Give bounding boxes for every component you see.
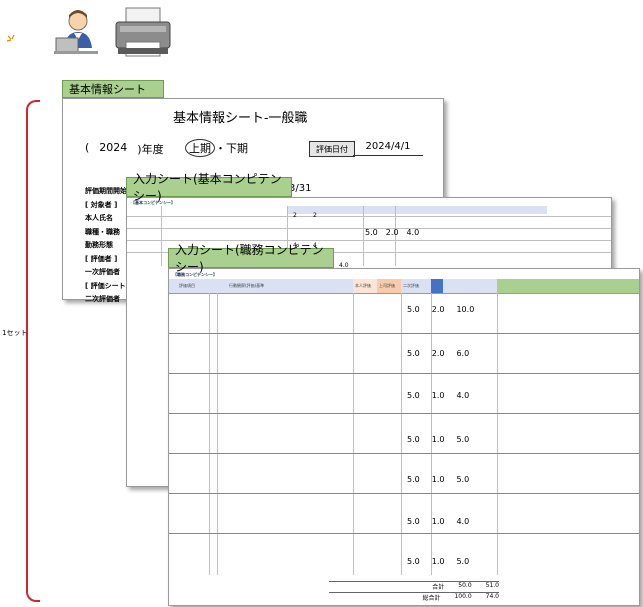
basic-totals: 5.0 2.0 4.0 — [365, 228, 419, 237]
tab-kihon[interactable]: 基本情報シート — [62, 80, 164, 98]
half-sep: ・ — [215, 142, 226, 155]
job-total-row-6: 5.0 1.0 5.0 — [407, 557, 469, 566]
job-col-0: 評価項目 — [179, 283, 195, 288]
job-total-5-c: 4.0 — [456, 517, 470, 526]
job-col-4: 二次評価 — [403, 283, 419, 288]
set-label: 1セット — [2, 329, 28, 337]
job-total-1-c: 6.0 — [456, 349, 470, 358]
year-value[interactable]: 2024 — [99, 141, 127, 157]
eval-date-label: 評価日付 — [309, 141, 355, 157]
job-sum-1: 51.0 — [485, 582, 499, 589]
job-total-4-a: 5.0 — [407, 475, 420, 484]
job-total-4-b: 1.0 — [431, 475, 445, 484]
set-bracket — [26, 100, 40, 602]
basic-total-0: 5.0 — [365, 228, 378, 237]
job-total-0-b: 2.0 — [431, 305, 445, 314]
year-row: ( 2024 )年度 — [85, 141, 164, 157]
job-total-1-a: 5.0 — [407, 349, 420, 358]
job-total-row-5: 5.0 1.0 4.0 — [407, 517, 469, 526]
job-total-6-b: 1.0 — [431, 557, 445, 566]
job-total-row-4: 5.0 1.0 5.0 — [407, 475, 469, 484]
job-total-4-c: 5.0 — [456, 475, 470, 484]
job-grand-1: 74.0 — [485, 593, 499, 600]
job-total-row-1: 5.0 2.0 6.0 — [407, 349, 469, 358]
job-input-sheet: 【職務コンピテンシー】 評価項目 行動観察(評価)基準 本人評価 上司評価 二次… — [168, 268, 640, 606]
job-col-3: 上司評価 — [379, 283, 395, 288]
year-open: ( — [85, 141, 90, 154]
job-total-row-0: 5.0 2.0 10.0 — [407, 305, 474, 314]
job-sum-label: 合計 — [432, 584, 445, 591]
job-sum-0: 50.0 — [458, 582, 472, 589]
job-sum-row: 合計 50.0 51.0 — [329, 581, 499, 592]
job-total-2-a: 5.0 — [407, 391, 420, 400]
job-grand-row: 総合計 100.0 74.0 — [329, 592, 499, 603]
job-grand-label: 総合計 — [422, 595, 441, 602]
job-total-5-b: 1.0 — [431, 517, 445, 526]
eval-date-value[interactable]: 2024/4/1 — [353, 141, 423, 156]
job-total-3-b: 1.0 — [431, 435, 445, 444]
basic-score-1: 2 — [313, 212, 317, 219]
kihon-title: 基本情報シート-一般職 — [173, 111, 308, 126]
job-total-3-c: 5.0 — [456, 435, 470, 444]
job-grand-0: 100.0 — [454, 593, 472, 600]
half-first[interactable]: 上期 — [185, 139, 215, 157]
person-at-computer-icon — [54, 10, 98, 54]
year-suffix: )年度 — [137, 143, 164, 156]
job-col-blue — [431, 279, 443, 293]
basic-total-1: 2.0 — [385, 228, 399, 237]
job-total-1-b: 2.0 — [431, 349, 445, 358]
period-end-partial: 3/31 — [289, 183, 312, 194]
tab-input-job[interactable]: 入力シート(職務コンピテンシー) — [168, 243, 334, 274]
job-total-6-a: 5.0 — [407, 557, 420, 566]
job-total-row-2: 5.0 1.0 4.0 — [407, 391, 469, 400]
basic-total-2: 4.0 — [406, 228, 420, 237]
tab-input-basic[interactable]: 入力シート(基本コンピテンシー) — [126, 172, 292, 203]
job-col-2: 本人評価 — [355, 283, 371, 288]
job-grid — [169, 293, 639, 575]
half-second[interactable]: 下期 — [226, 140, 248, 156]
job-total-0-a: 5.0 — [407, 305, 420, 314]
job-total-3-a: 5.0 — [407, 435, 420, 444]
job-total-2-c: 4.0 — [456, 391, 470, 400]
job-total-2-b: 1.0 — [431, 391, 445, 400]
half-select[interactable]: 上期 ・ 下期 — [185, 139, 248, 157]
job-col-comment — [497, 279, 639, 293]
job-col-1: 行動観察(評価)基準 — [229, 283, 265, 288]
job-total-6-c: 5.0 — [456, 557, 470, 566]
job-total-row-3: 5.0 1.0 5.0 — [407, 435, 469, 444]
basic-score-0: 2 — [293, 212, 297, 219]
job-total-5-a: 5.0 — [407, 517, 420, 526]
printer-icon — [115, 7, 171, 57]
sparkle-icon — [6, 34, 15, 42]
job-total-0-c: 10.0 — [456, 305, 475, 314]
